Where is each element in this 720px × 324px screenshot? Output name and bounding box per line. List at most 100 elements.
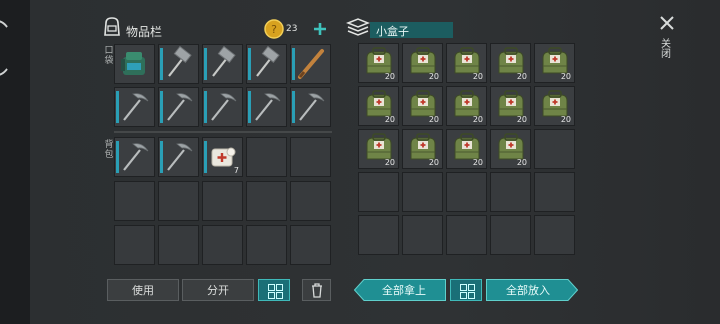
- inventory-slot[interactable]: [490, 215, 531, 255]
- inventory-slot[interactable]: [246, 225, 287, 265]
- inventory-slot[interactable]: [358, 215, 399, 255]
- take-all-button[interactable]: 全部拿上: [364, 282, 444, 298]
- inventory-slot[interactable]: [446, 172, 487, 212]
- inventory-slot[interactable]: [290, 225, 331, 265]
- item-count: 7: [233, 166, 239, 175]
- backpack-icon: [104, 17, 120, 36]
- inventory-slot[interactable]: [446, 215, 487, 255]
- inventory-slot[interactable]: [402, 172, 443, 212]
- inventory-slot[interactable]: [114, 181, 155, 221]
- inventory-slot[interactable]: [246, 181, 287, 221]
- inventory-slot[interactable]: [202, 225, 243, 265]
- inventory-slot[interactable]: [158, 225, 199, 265]
- sledgehammer-icon: [256, 45, 280, 77]
- inventory-slot[interactable]: [534, 172, 575, 212]
- item-count: 20: [428, 115, 439, 124]
- pickaxe-icon: [255, 93, 281, 121]
- inventory-screen: 物品栏 ? 23 口袋 背包 小盒子 关闭 使用 分开 全部拿上 全部放入 7 …: [30, 0, 720, 324]
- item-count: 20: [428, 158, 439, 167]
- inventory-slot[interactable]: 20: [358, 86, 399, 126]
- pickaxe-icon: [211, 93, 237, 121]
- inventory-slot[interactable]: [534, 129, 575, 169]
- item-count: 20: [472, 115, 483, 124]
- pickaxe-icon: [123, 143, 149, 171]
- add-coins-icon[interactable]: [313, 22, 327, 36]
- trash-icon: [312, 283, 322, 298]
- inventory-slot[interactable]: 20: [490, 86, 531, 126]
- inventory-slot[interactable]: 20: [490, 129, 531, 169]
- inventory-slot[interactable]: [402, 215, 443, 255]
- inventory-title: 物品栏: [126, 25, 163, 39]
- inventory-slot[interactable]: [202, 181, 243, 221]
- inventory-slot[interactable]: [290, 181, 331, 221]
- inventory-slot[interactable]: [114, 44, 155, 84]
- pickaxe-icon: [167, 93, 193, 121]
- sledgehammer-icon: [168, 45, 192, 77]
- split-button[interactable]: 分开: [182, 279, 254, 301]
- inventory-slot[interactable]: [114, 137, 155, 177]
- coin-icon: ?: [264, 19, 284, 39]
- inventory-slot[interactable]: [158, 44, 199, 84]
- inventory-slot[interactable]: [290, 87, 331, 127]
- inventory-slot[interactable]: 20: [490, 43, 531, 83]
- item-count: 20: [516, 72, 527, 81]
- box-icon: [346, 18, 370, 36]
- inventory-slot[interactable]: 20: [446, 43, 487, 83]
- inventory-slot[interactable]: [114, 87, 155, 127]
- item-count: 20: [384, 158, 395, 167]
- trash-button[interactable]: [302, 279, 331, 301]
- inventory-slot[interactable]: 20: [534, 86, 575, 126]
- item-count: 20: [560, 115, 571, 124]
- inventory-slot[interactable]: [202, 44, 243, 84]
- inventory-slot[interactable]: [246, 87, 287, 127]
- inventory-slot[interactable]: 20: [358, 129, 399, 169]
- container-sort-button[interactable]: [450, 279, 482, 301]
- item-count: 20: [384, 115, 395, 124]
- inventory-slot[interactable]: 20: [402, 129, 443, 169]
- container-title-bar: 小盒子: [370, 22, 453, 38]
- inventory-slot[interactable]: 7: [202, 137, 243, 177]
- coin-count: 23: [286, 24, 298, 34]
- inventory-slot[interactable]: 20: [402, 86, 443, 126]
- inventory-slot[interactable]: [490, 172, 531, 212]
- item-count: 20: [560, 72, 571, 81]
- use-button[interactable]: 使用: [107, 279, 179, 301]
- inventory-slot[interactable]: [114, 225, 155, 265]
- inventory-slot[interactable]: [202, 87, 243, 127]
- backpack-icon: [121, 52, 145, 75]
- pocket-label: 口袋: [104, 46, 114, 66]
- inventory-slot[interactable]: [290, 44, 331, 84]
- inventory-slot[interactable]: [158, 87, 199, 127]
- item-count: 20: [472, 158, 483, 167]
- inventory-slot[interactable]: 20: [402, 43, 443, 83]
- close-icon[interactable]: [658, 14, 676, 32]
- inventory-slot[interactable]: [246, 44, 287, 84]
- edge-arc: [0, 20, 14, 76]
- backpack-label: 背包: [104, 140, 114, 160]
- sort-grid-button[interactable]: [258, 279, 290, 301]
- sledgehammer-icon: [212, 45, 236, 77]
- baseball-bat-icon: [298, 49, 324, 79]
- inventory-slot[interactable]: [290, 137, 331, 177]
- close-label[interactable]: 关闭: [661, 40, 671, 60]
- item-count: 20: [384, 72, 395, 81]
- inventory-slot[interactable]: 20: [446, 129, 487, 169]
- item-count: 20: [516, 158, 527, 167]
- inventory-slot[interactable]: [246, 137, 287, 177]
- inventory-slot[interactable]: [158, 181, 199, 221]
- item-count: 20: [428, 72, 439, 81]
- inventory-slot[interactable]: [534, 215, 575, 255]
- pickaxe-icon: [167, 143, 193, 171]
- item-count: 20: [472, 72, 483, 81]
- inventory-slot[interactable]: [358, 172, 399, 212]
- inventory-slot[interactable]: 20: [534, 43, 575, 83]
- container-title: 小盒子: [376, 25, 409, 38]
- inventory-slot[interactable]: 20: [358, 43, 399, 83]
- inventory-slot[interactable]: 20: [446, 86, 487, 126]
- put-all-button[interactable]: 全部放入: [488, 282, 568, 298]
- screen-edge: [0, 0, 30, 324]
- inventory-slot[interactable]: [158, 137, 199, 177]
- svg-text:?: ?: [271, 23, 277, 36]
- pickaxe-icon: [299, 93, 325, 121]
- pickaxe-icon: [123, 93, 149, 121]
